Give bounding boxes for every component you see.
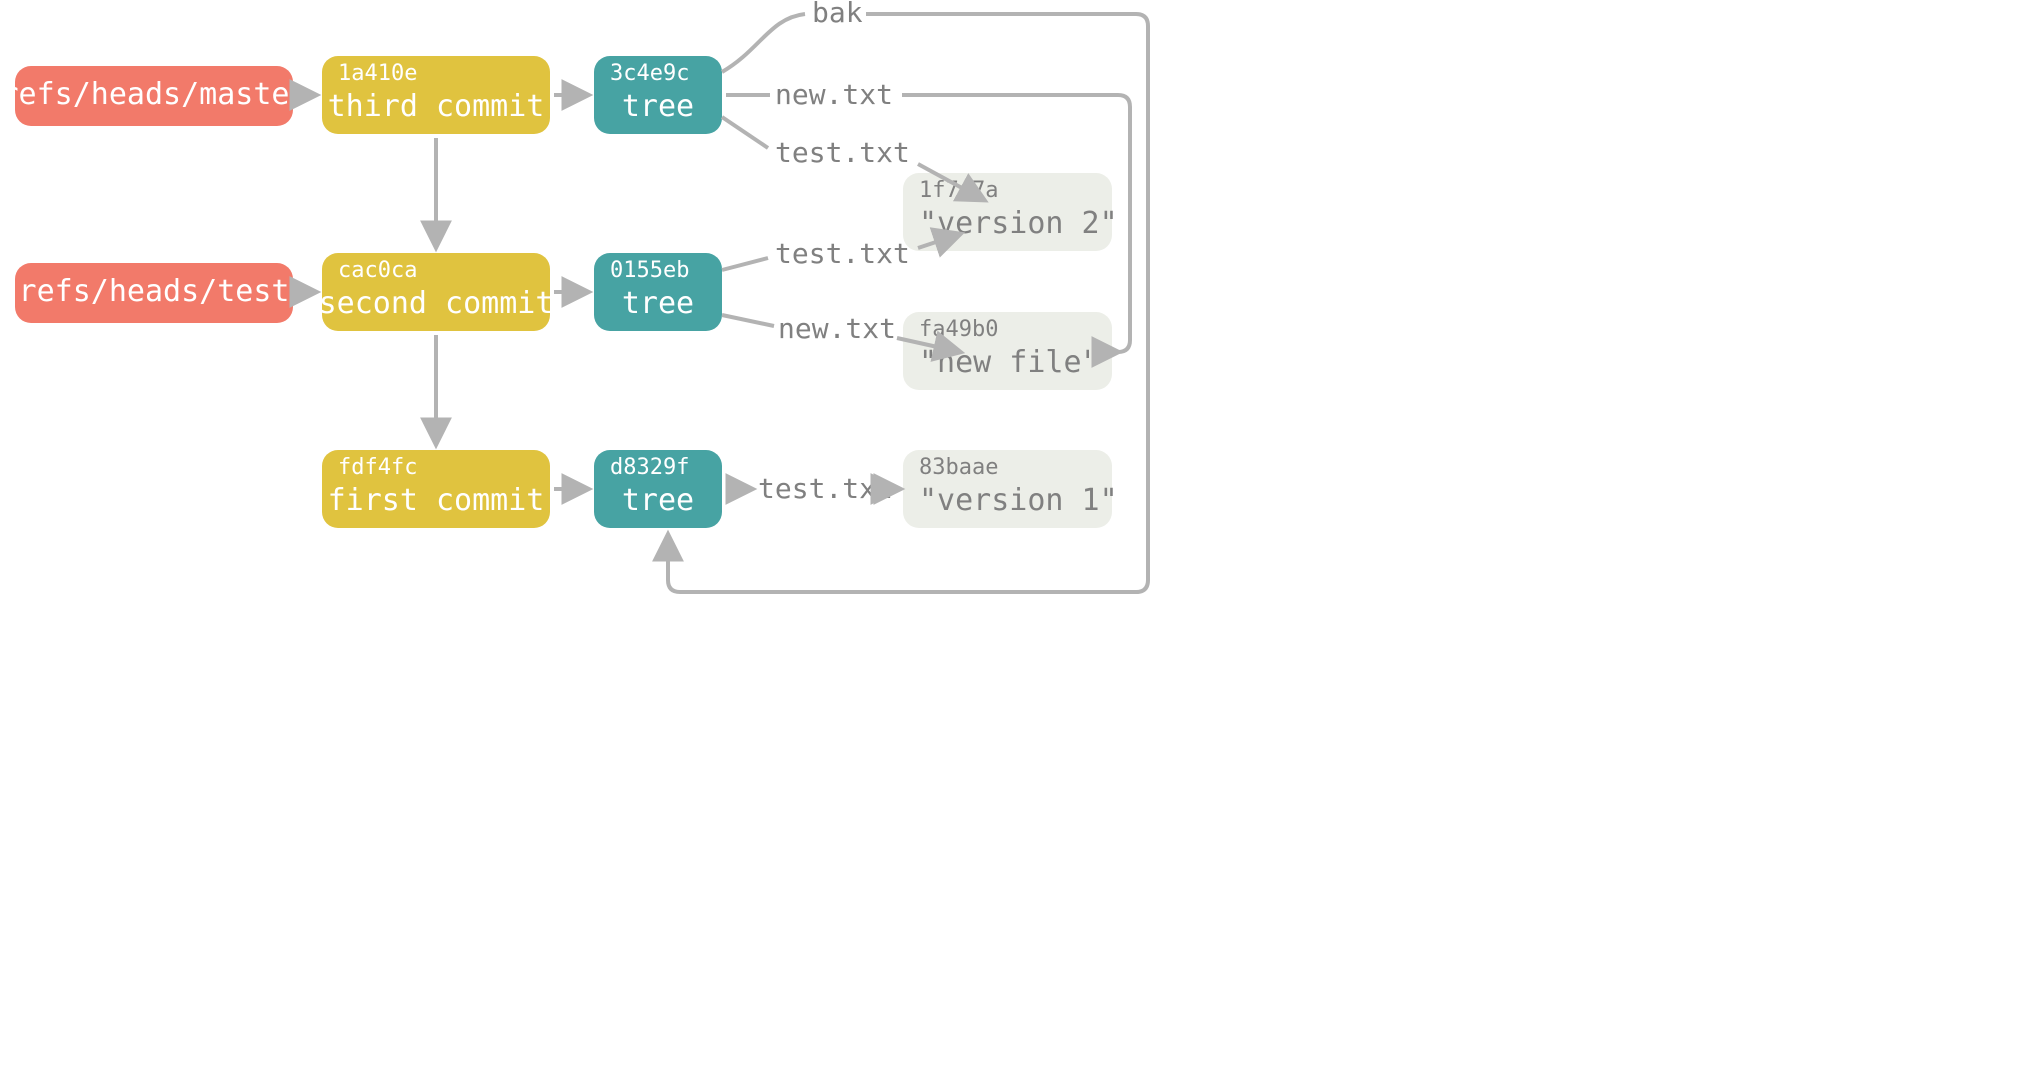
ref-master: refs/heads/master (0, 66, 307, 126)
tree-3-label: tree (622, 89, 694, 124)
commit-third: 1a410e third commit (322, 56, 550, 134)
git-object-graph: refs/heads/master refs/heads/test 1a410e… (0, 0, 1515, 800)
blob-v2-hash: 1f7a7a (919, 178, 998, 203)
edge-tree2-newtxt (722, 315, 774, 326)
edge-label-t1-test: test.txt (758, 472, 893, 505)
commit-second-hash: cac0ca (338, 258, 417, 283)
ref-master-label: refs/heads/master (0, 77, 307, 112)
tree-1-hash: d8329f (610, 455, 689, 480)
tree-1: d8329f tree (594, 450, 722, 528)
commit-third-hash: 1a410e (338, 61, 417, 86)
tree-3-hash: 3c4e9c (610, 61, 689, 86)
edge-tree2-testtxt (722, 258, 768, 270)
blob-newfile-hash: fa49b0 (919, 317, 998, 342)
edge-label-t3-new: new.txt (775, 78, 893, 111)
tree-2-hash: 0155eb (610, 258, 689, 283)
edge-label-bak: bak (812, 0, 863, 29)
tree-2-label: tree (622, 286, 694, 321)
ref-test-label: refs/heads/test (19, 274, 290, 309)
edge-tree3-bak (722, 14, 805, 72)
edge-tree3-testtxt (722, 117, 768, 148)
blob-newfile: fa49b0 "new file" (903, 312, 1112, 390)
edge-label-t3-test: test.txt (775, 136, 910, 169)
commit-third-label: third commit (328, 89, 545, 124)
blob-v1: 83baae "version 1" (903, 450, 1118, 528)
edge-label-t2-test: test.txt (775, 237, 910, 270)
ref-test: refs/heads/test (15, 263, 293, 323)
tree-1-label: tree (622, 483, 694, 518)
commit-first-label: first commit (328, 483, 545, 518)
commit-first: fdf4fc first commit (322, 450, 550, 528)
tree-3: 3c4e9c tree (594, 56, 722, 134)
commit-second-label: second commit (319, 286, 554, 321)
commit-second: cac0ca second commit (319, 253, 554, 331)
tree-2: 0155eb tree (594, 253, 722, 331)
blob-v1-label: "version 1" (919, 483, 1118, 518)
blob-v2: 1f7a7a "version 2" (903, 173, 1118, 251)
edge-label-t2-new: new.txt (778, 312, 896, 345)
commit-first-hash: fdf4fc (338, 455, 417, 480)
blob-v1-hash: 83baae (919, 455, 998, 480)
